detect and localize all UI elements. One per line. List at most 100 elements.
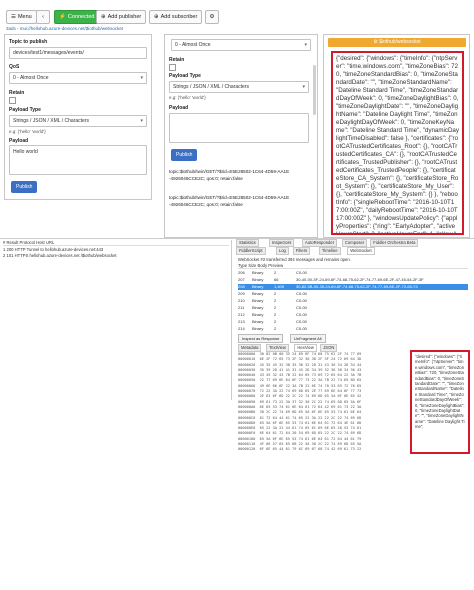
- message-size: 2: [274, 319, 277, 324]
- gear-icon: ⚙: [209, 14, 215, 20]
- menu-button[interactable]: ☰ Menu: [6, 10, 37, 24]
- detail-tab-hexview[interactable]: HexView: [294, 344, 317, 352]
- message-size: 1,409: [274, 284, 285, 289]
- message-type: Binary: [252, 319, 264, 324]
- tab-timeline[interactable]: Timeline: [318, 247, 341, 255]
- websocket-message-row[interactable]: 214 Binary 2 C0-00: [238, 326, 468, 332]
- message-size: 2: [274, 270, 277, 275]
- message-type: Binary: [252, 277, 264, 282]
- message-id: 214: [238, 326, 245, 331]
- tab-log[interactable]: Log: [275, 247, 289, 255]
- message-id: 213: [238, 319, 245, 324]
- topic-input[interactable]: devices/test1/messages/events/: [9, 47, 147, 59]
- websocket-message-row[interactable]: 207 Binary 66 30-40-00-3F-24-69-6F-74-68-75…: [238, 277, 468, 283]
- sessions-list: [2, 240, 232, 400]
- websocket-message-row[interactable]: 208 Binary 1,409 30-82-0B-00-35-24-69-6F-74…: [238, 284, 468, 290]
- message-id: 208: [238, 284, 245, 289]
- message-preview: C0-00: [296, 305, 307, 310]
- payload-label: Payload: [9, 138, 29, 144]
- tab-composer[interactable]: Composer: [341, 239, 368, 247]
- message-type: Binary: [252, 298, 264, 303]
- message-type: Binary: [252, 305, 264, 310]
- plus-circle-icon: ⊕: [154, 14, 159, 20]
- tab-fiddler-orchestra-beta[interactable]: Fiddler Orchestra Beta: [370, 239, 419, 247]
- message-id: 210: [238, 298, 245, 303]
- message-preview: C0-00: [296, 319, 307, 324]
- sub-payload-type-select[interactable]: Strings / JSON / XML / Characters: [169, 81, 309, 93]
- sub-payload-label: Payload: [169, 105, 189, 111]
- tab-filters[interactable]: Filters: [292, 247, 311, 255]
- message-size: 2: [274, 298, 277, 303]
- websocket-message-row[interactable]: 206 Binary 2 C0-00: [238, 270, 468, 276]
- message-size: 2: [274, 326, 277, 331]
- tab-autoresponder[interactable]: AutoResponder: [302, 239, 338, 247]
- message-id: 212: [238, 312, 245, 317]
- message-type: Binary: [252, 291, 264, 296]
- detail-tab-json[interactable]: JSON: [320, 344, 338, 352]
- hex-view: 00000000 30 82 0B 00 35 24 69 6F 74 68 7…: [238, 352, 362, 452]
- websocket-message-row[interactable]: 210 Binary 2 C0-00: [238, 298, 468, 304]
- payload-type-label: Payload Type: [9, 107, 41, 113]
- payload-type-select[interactable]: Strings / JSON / XML / Characters: [9, 115, 147, 127]
- message-id: 209: [238, 291, 245, 296]
- subscriber-panel: 0 - Almost Once Retain Payload Type Stri…: [164, 34, 318, 238]
- sub-retain-label: Retain: [169, 57, 185, 63]
- back-button[interactable]: ‹: [36, 10, 50, 24]
- qos-select[interactable]: 0 - Almost Once: [9, 72, 147, 84]
- message-type: Binary: [252, 284, 264, 289]
- websocket-message-row[interactable]: 213 Binary 2 C0-00: [238, 319, 468, 325]
- message-preview: C0-00: [296, 298, 307, 303]
- tab-websocket[interactable]: WebSocket: [347, 247, 375, 255]
- unfragment-all-button[interactable]: UnFragment All: [290, 334, 326, 343]
- add-subscriber-button[interactable]: ⊕ Add subscriber: [149, 10, 203, 24]
- subscription-entry[interactable]: topic:$iothub/twin/GET/?$rid=E5E28502-1C…: [169, 169, 317, 182]
- detail-tab-metadata[interactable]: Metadata: [238, 344, 262, 352]
- message-type: Binary: [252, 326, 264, 331]
- message-preview: 30-40-00-3F-24-69-6F-74-68-75-62-2F-74-7…: [296, 277, 424, 282]
- tab-statistics[interactable]: Statistics: [236, 239, 259, 247]
- sub-qos-select[interactable]: 0 - Almost Once: [171, 39, 311, 51]
- message-preview: 30-82-0B-00-35-24-69-6F-74-68-75-62-2F-7…: [296, 284, 418, 289]
- message-preview: C0-00: [296, 312, 307, 317]
- add-publisher-button[interactable]: ⊕ Add publisher: [96, 10, 147, 24]
- websocket-grid-header: Type Size Body Preview: [238, 263, 468, 269]
- message-id: 207: [238, 277, 245, 282]
- websocket-message-row[interactable]: 209 Binary 2 C0-00: [238, 291, 468, 297]
- detail-tab-textview[interactable]: TextView: [266, 344, 289, 352]
- top-toolbar: ☰ Menu ‹ ⚡ Connected ⊕ Add publisher ⊕ Add s…: [0, 0, 474, 34]
- message-preview: C0-00: [296, 270, 307, 275]
- websocket-message-row[interactable]: 212 Binary 2 C0-00: [238, 312, 468, 318]
- plug-icon: ⚡: [59, 14, 66, 20]
- connected-button[interactable]: ⚡ Connected: [54, 10, 100, 24]
- subscription-entry[interactable]: topic:$iothub/twin/GET/?$rid=E5E28502-1C…: [169, 195, 317, 208]
- scrollbar[interactable]: [313, 65, 316, 115]
- sub-publish-button[interactable]: Publish: [171, 149, 198, 161]
- websocket-message-row[interactable]: 211 Binary 2 C0-00: [238, 305, 468, 311]
- websocket-topic-button[interactable]: ⚙ $iothub/websocket: [328, 38, 466, 47]
- chevron-left-icon: ‹: [42, 14, 44, 20]
- message-size: 2: [274, 312, 277, 317]
- plus-circle-icon: ⊕: [101, 14, 106, 20]
- message-type: Binary: [252, 270, 264, 275]
- message-preview: C0-00: [296, 291, 307, 296]
- message-size: 2: [274, 291, 277, 296]
- payload-textarea[interactable]: Hello world: [9, 145, 147, 175]
- message-size: 2: [274, 305, 277, 310]
- connection-breadcrumb[interactable]: 3ads - mui://hellohub.azure-devices.net/…: [6, 26, 123, 31]
- publish-button[interactable]: Publish: [11, 181, 38, 193]
- response-panel: ⚙ $iothub/websocket {"desired": {"window…: [323, 34, 470, 238]
- inspect-as-response-button[interactable]: Inspect as Response: [238, 334, 284, 343]
- message-type: Binary: [252, 312, 264, 317]
- websocket-status: WebSocket #2 transferred 394 messages an…: [238, 257, 351, 262]
- payload-hint: e.g: {'hello' 'world'}: [9, 129, 46, 134]
- hamburger-icon: ☰: [11, 14, 16, 20]
- sub-payload-type-label: Payload Type: [169, 73, 201, 79]
- qos-label: QoS: [9, 64, 20, 70]
- sub-payload-textarea[interactable]: [169, 113, 309, 143]
- sub-retain-checkbox[interactable]: [169, 64, 176, 71]
- tab-inspectors[interactable]: Inspectors: [269, 239, 295, 247]
- tab-fiddlerscript[interactable]: FiddlerScript: [236, 247, 266, 255]
- settings-button[interactable]: ⚙: [205, 10, 219, 24]
- retain-checkbox[interactable]: [9, 97, 16, 104]
- message-id: 206: [238, 270, 245, 275]
